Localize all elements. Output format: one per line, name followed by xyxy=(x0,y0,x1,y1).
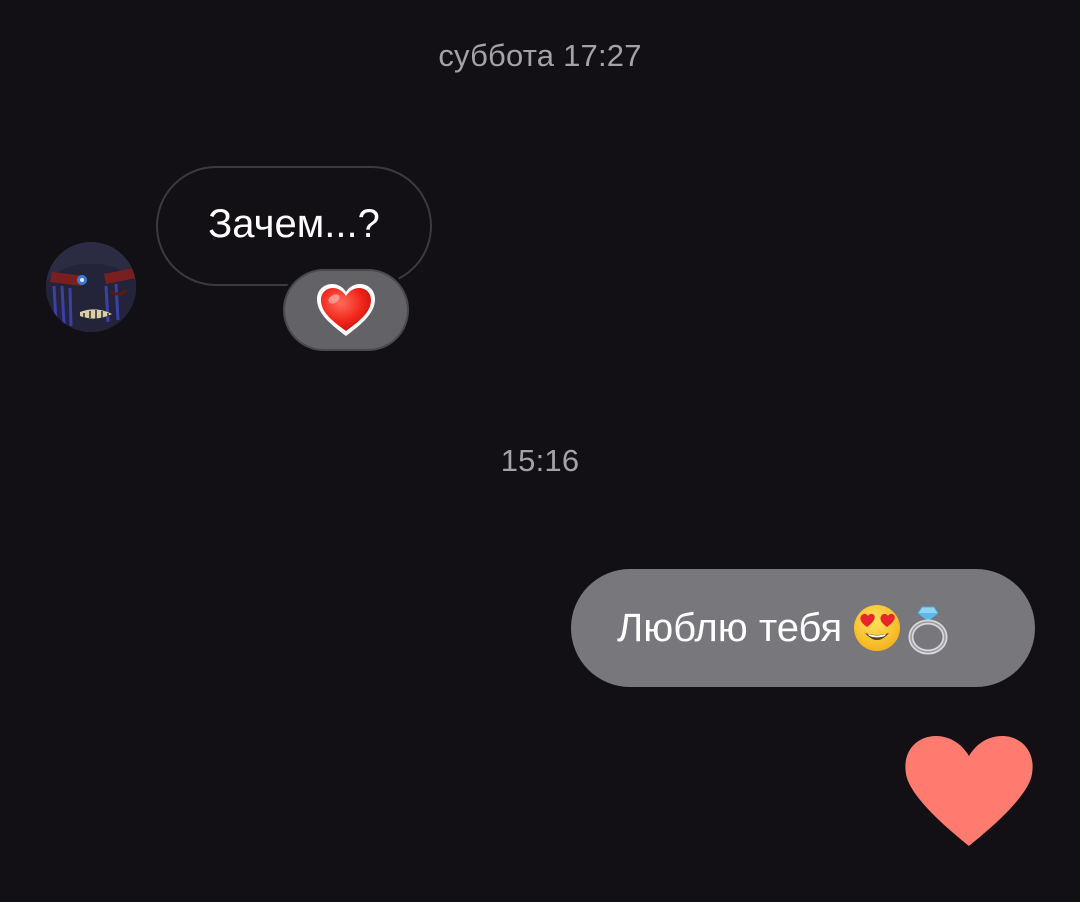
timestamp-divider: 15:16 xyxy=(500,443,580,478)
incoming-message-bubble[interactable]: Зачем...? xyxy=(156,166,432,286)
like-button[interactable] xyxy=(902,734,1036,850)
outgoing-message-text: Люблю тебя xyxy=(617,605,843,650)
heart-eyes-emoji-icon xyxy=(852,603,902,653)
outgoing-message-bubble[interactable]: Люблю тебя xyxy=(571,569,1035,687)
ring-icon xyxy=(906,601,950,655)
avatar-image xyxy=(46,242,136,332)
heart-icon xyxy=(905,736,1033,846)
message-reaction[interactable] xyxy=(280,266,412,354)
incoming-message-text: Зачем...? xyxy=(208,201,380,246)
heart-icon xyxy=(317,284,375,336)
timestamp-divider: суббота 17:27 xyxy=(438,38,642,73)
avatar[interactable] xyxy=(46,242,136,332)
